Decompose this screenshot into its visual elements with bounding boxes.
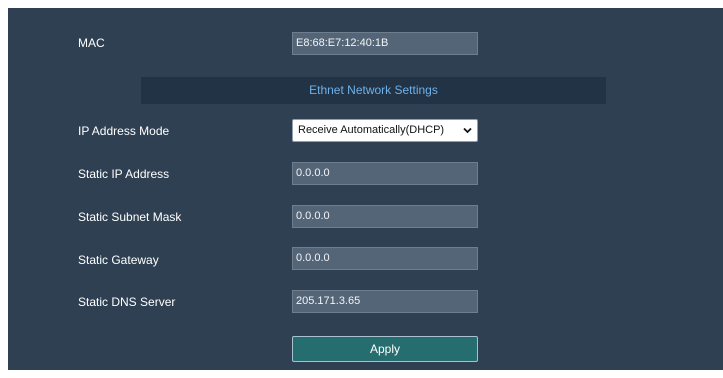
ip-mode-selected-value: Receive Automatically(DHCP) [298,124,445,136]
mac-label: MAC [78,36,105,50]
ip-mode-label: IP Address Mode [78,124,170,138]
apply-button[interactable]: Apply [292,336,478,362]
ip-mode-select[interactable]: Receive Automatically(DHCP) [292,119,478,142]
static-ip-label: Static IP Address [78,167,170,181]
static-ip-field[interactable]: 0.0.0.0 [292,162,478,185]
gateway-field[interactable]: 0.0.0.0 [292,247,478,270]
gateway-label: Static Gateway [78,253,159,267]
subnet-mask-label: Static Subnet Mask [78,210,182,224]
dns-server-label: Static DNS Server [78,295,176,309]
section-header: Ethnet Network Settings [141,77,606,104]
mac-field[interactable]: E8:68:E7:12:40:1B [292,32,478,55]
subnet-mask-field[interactable]: 0.0.0.0 [292,205,478,228]
settings-panel: MAC E8:68:E7:12:40:1B Ethnet Network Set… [8,8,723,370]
chevron-down-icon [463,120,472,149]
dns-server-field[interactable]: 205.171.3.65 [292,290,478,313]
